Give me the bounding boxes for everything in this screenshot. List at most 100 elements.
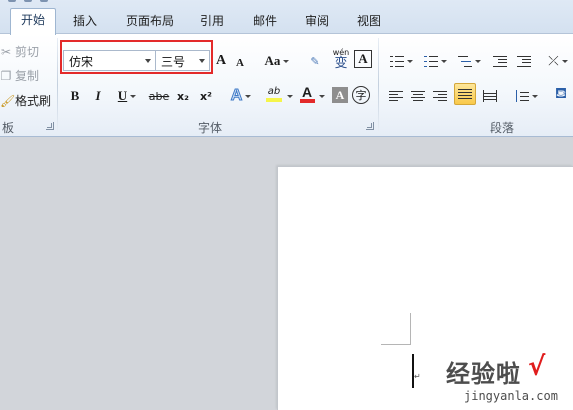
chevron-down-icon[interactable]: [287, 95, 293, 98]
qat-button[interactable]: [24, 0, 32, 2]
paintbrush-icon: 🖌: [0, 94, 16, 108]
copy-button[interactable]: ❐ 复制: [0, 66, 39, 86]
copy-label: 复制: [15, 69, 40, 83]
font-name-combo[interactable]: 仿宋: [63, 50, 156, 71]
tab-page-layout[interactable]: 页面布局: [118, 10, 182, 34]
phonetic-char: 变: [334, 55, 348, 71]
font-color-swatch: [299, 98, 315, 103]
strikethrough-button[interactable]: abe: [148, 85, 170, 107]
clipboard-dialog-launcher-icon[interactable]: [46, 122, 54, 130]
line-spacing-icon: [515, 90, 529, 102]
font-name-value: 仿宋: [69, 55, 94, 69]
bullets-button[interactable]: [386, 50, 416, 72]
increase-indent-icon: [517, 55, 531, 67]
underline-label: U: [117, 88, 128, 103]
font-dialog-launcher-icon[interactable]: [366, 122, 374, 130]
increase-indent-button[interactable]: [514, 50, 534, 72]
tab-home[interactable]: 开始: [10, 8, 56, 35]
line-spacing-button[interactable]: [512, 85, 540, 107]
cut-label: 剪切: [15, 45, 40, 59]
text-effects-button[interactable]: A: [228, 85, 254, 107]
highlight-color-swatch: [266, 98, 282, 102]
chevron-down-icon: [283, 59, 290, 63]
qat-button[interactable]: [40, 0, 48, 2]
chevron-down-icon: [406, 59, 413, 63]
chevron-down-icon[interactable]: [319, 95, 325, 98]
subscript-button[interactable]: x₂: [174, 85, 192, 107]
text-effects-label: A: [230, 87, 243, 105]
clear-formatting-icon[interactable]: ✎: [304, 50, 326, 72]
text-cursor: [412, 354, 414, 388]
ribbon-tab-bar: 开始 插入 页面布局 引用 邮件 审阅 视图: [0, 0, 573, 35]
font-group-label: 字体: [198, 121, 223, 135]
distributed-icon: [483, 90, 497, 102]
format-painter-label: 格式刷: [15, 94, 52, 108]
align-left-icon: [389, 90, 403, 102]
multilevel-list-icon: [457, 55, 472, 67]
character-shading-button[interactable]: A: [332, 87, 348, 103]
tab-insert[interactable]: 插入: [63, 10, 107, 34]
character-border-button[interactable]: A: [354, 50, 372, 68]
watermark-text: 经验啦: [446, 360, 521, 388]
enclose-characters-button[interactable]: 字: [352, 86, 370, 104]
paint-bucket-icon[interactable]: ⛾: [550, 83, 572, 105]
grow-font-button[interactable]: A: [214, 50, 228, 72]
paragraph-mark-icon: ↵: [414, 372, 421, 381]
phonetic-guide-button[interactable]: wén 变: [330, 48, 352, 70]
decrease-indent-icon: [493, 55, 507, 67]
chevron-down-icon: [245, 94, 252, 98]
numbering-button[interactable]: [420, 50, 450, 72]
chevron-down-icon[interactable]: [199, 59, 205, 63]
tab-references[interactable]: 引用: [192, 10, 232, 34]
multilevel-list-button[interactable]: [454, 50, 484, 72]
quick-access-toolbar: [0, 0, 60, 3]
format-painter-button[interactable]: 🖌格式刷: [0, 91, 51, 111]
paragraph-group-label: 段落: [490, 121, 515, 135]
group-separator: [57, 38, 58, 132]
watermark-url: jingyanla.com: [464, 389, 558, 403]
watermark-check-icon: √: [528, 352, 546, 382]
change-case-label: Aa: [264, 53, 281, 68]
chevron-down-icon[interactable]: [145, 59, 151, 63]
tab-mailings[interactable]: 邮件: [244, 10, 286, 34]
highlight-button[interactable]: ab: [259, 83, 289, 105]
font-size-combo[interactable]: 三号: [155, 50, 210, 71]
asian-layout-icon: ⤫: [548, 53, 559, 69]
italic-button[interactable]: I: [90, 85, 106, 107]
cut-button[interactable]: ✂ 剪切: [0, 42, 39, 62]
superscript-button[interactable]: x²: [197, 85, 215, 107]
align-right-icon: [433, 90, 447, 102]
copy-icon: ❐: [0, 69, 12, 83]
chevron-down-icon: [130, 94, 137, 98]
asian-layout-button[interactable]: ⤫: [545, 50, 571, 72]
justify-button[interactable]: [454, 83, 476, 105]
margin-corner-mark: [410, 313, 411, 345]
shrink-font-button[interactable]: A: [234, 52, 246, 74]
group-separator: [378, 38, 379, 132]
align-center-icon: [411, 90, 425, 102]
font-color-label: A: [301, 83, 313, 100]
qat-button[interactable]: [8, 0, 16, 2]
ribbon-home: ✂ 剪切 ❐ 复制 🖌格式刷 板 仿宋 三号 A A Aa ✎ wén 变 A B …: [0, 34, 573, 137]
tab-review[interactable]: 审阅: [296, 10, 338, 34]
decrease-indent-button[interactable]: [490, 50, 510, 72]
clipboard-group-label: 板: [2, 121, 15, 135]
chevron-down-icon: [474, 59, 481, 63]
font-size-value: 三号: [161, 55, 186, 69]
margin-corner-mark: [381, 344, 411, 345]
align-left-button[interactable]: [386, 85, 406, 107]
justify-icon: [458, 88, 472, 100]
chevron-down-icon: [531, 94, 538, 98]
numbered-list-icon: [423, 55, 438, 67]
distributed-button[interactable]: [480, 85, 500, 107]
align-right-button[interactable]: [430, 85, 450, 107]
bold-button[interactable]: B: [66, 85, 84, 107]
align-center-button[interactable]: [408, 85, 428, 107]
underline-button[interactable]: U: [114, 85, 140, 107]
change-case-button[interactable]: Aa: [262, 50, 292, 72]
chevron-down-icon: [440, 59, 447, 63]
bullet-list-icon: [389, 55, 404, 67]
tab-view[interactable]: 视图: [348, 10, 390, 34]
font-color-button[interactable]: A: [296, 83, 318, 105]
scissors-icon: ✂: [0, 45, 12, 59]
